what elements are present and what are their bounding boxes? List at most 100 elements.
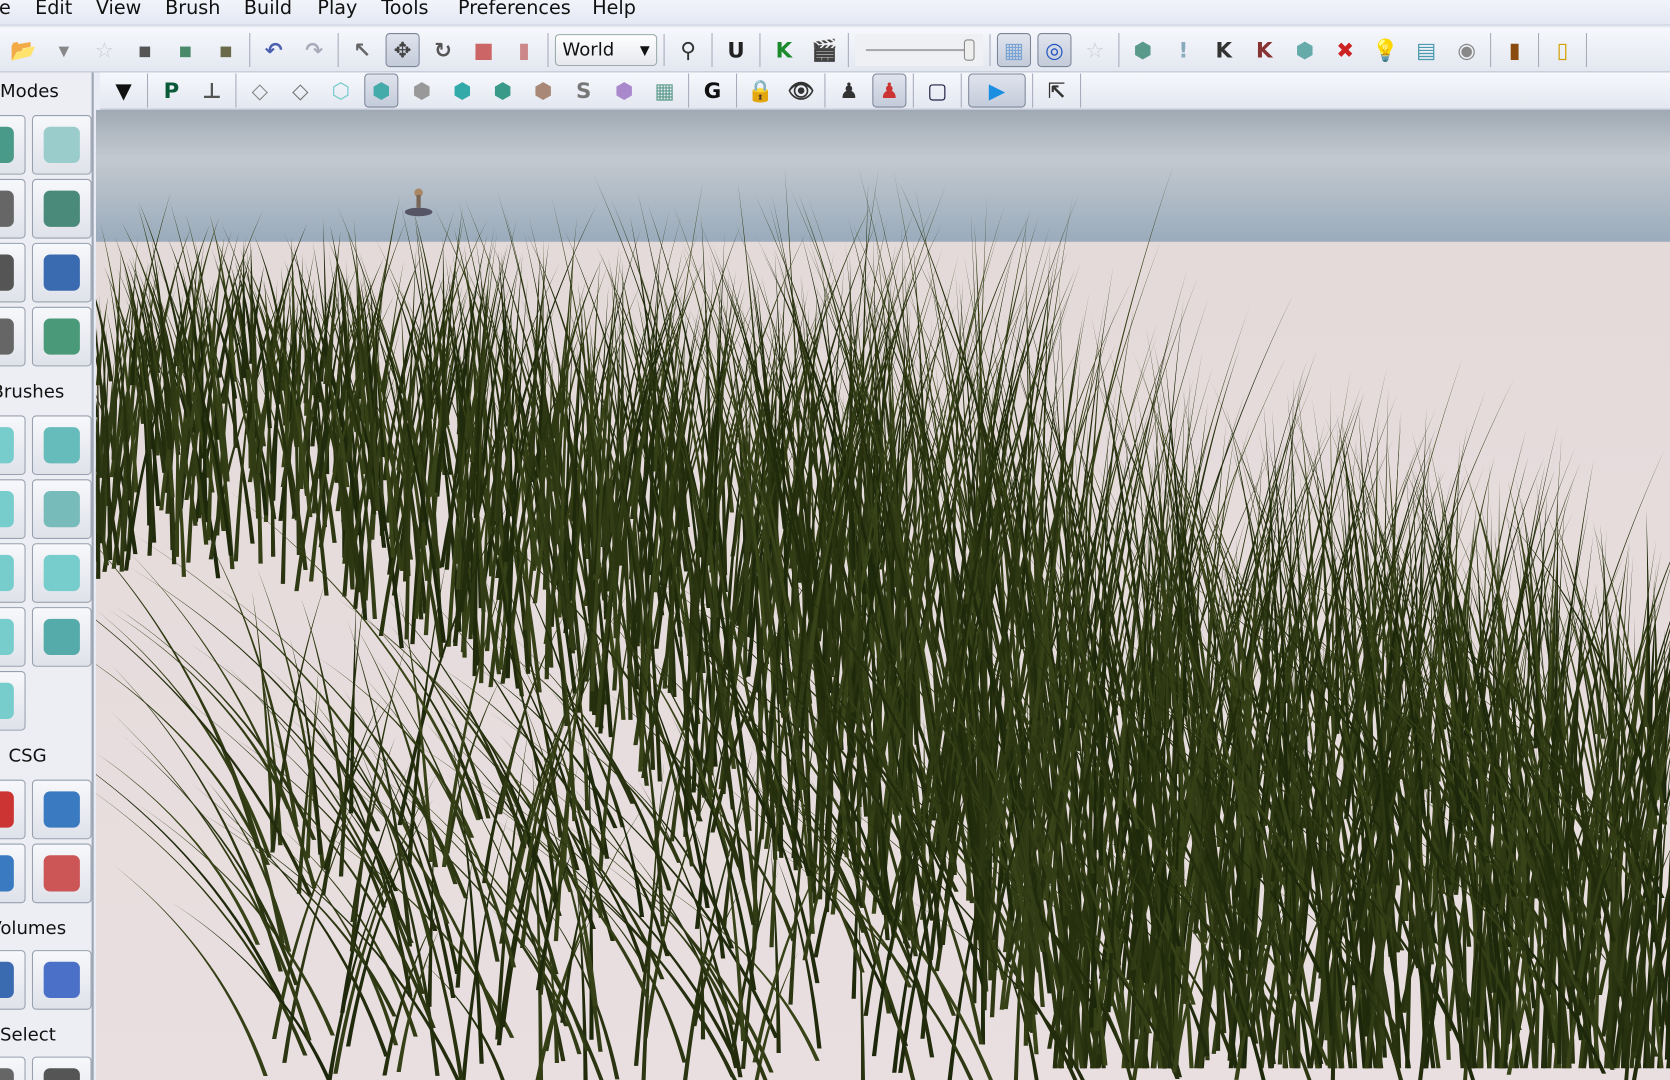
csg-subtract-button[interactable] — [31, 779, 92, 840]
game-view-button[interactable]: G — [696, 73, 730, 107]
mesh-paint-button[interactable] — [31, 242, 92, 303]
camera-mode-button[interactable] — [0, 115, 26, 175]
sheet-brush-button[interactable] — [31, 543, 92, 603]
shader-complexity-button[interactable]: S — [567, 73, 601, 107]
build-geometry-button[interactable]: ⬢ — [1126, 32, 1160, 66]
open-button[interactable]: 📂 — [6, 32, 40, 66]
modes-dropdown-button[interactable]: ▼ — [107, 73, 141, 107]
cube-brush-button[interactable] — [0, 415, 26, 476]
play-on-console-button[interactable]: ▮ — [1498, 32, 1532, 66]
eye-button[interactable]: 👁 — [784, 73, 818, 107]
build-lighting-button[interactable]: ! — [1166, 32, 1200, 66]
reflections-button[interactable]: ▦ — [648, 73, 682, 107]
realtime-view-button[interactable]: ▦ — [996, 32, 1032, 67]
redo-button[interactable]: ↷ — [297, 32, 331, 66]
viewport-frame-button[interactable]: ▢ — [920, 73, 954, 107]
scale-nonuniform-button[interactable]: ▮ — [507, 32, 541, 66]
menu-preferences[interactable]: Preferences — [458, 0, 571, 19]
cylinder-brush-button[interactable] — [31, 479, 92, 539]
menu-file[interactable]: File — [0, 0, 11, 19]
menu-view[interactable]: View — [96, 0, 141, 19]
menu-help[interactable]: Help — [592, 0, 636, 19]
select-1-button[interactable] — [0, 1056, 26, 1080]
menu-build[interactable]: Build — [244, 0, 292, 19]
chevron-down-icon: ▼ — [639, 42, 650, 57]
spiral-stair-button[interactable] — [0, 607, 26, 667]
scale-button[interactable]: ■ — [467, 32, 501, 66]
lighting-info-button[interactable]: ▤ — [1409, 32, 1443, 66]
sphere-brush-button[interactable] — [31, 607, 92, 667]
select-2-button[interactable] — [31, 1056, 92, 1080]
cone-brush-button[interactable] — [31, 415, 92, 476]
slider-thumb[interactable] — [963, 38, 975, 61]
prefabs-button[interactable]: P — [154, 73, 188, 107]
unlit-icon: ⬡ — [331, 77, 351, 104]
viewport-scene[interactable] — [95, 109, 1670, 1080]
matinee-button[interactable]: 🎬 — [807, 32, 841, 66]
camera-actor-button[interactable]: ♟ — [832, 73, 866, 107]
select-button[interactable]: ↖ — [345, 32, 379, 66]
light-complexity-button[interactable]: ⬢ — [486, 73, 520, 107]
play-in-viewport-button[interactable]: ▶ — [968, 73, 1026, 108]
lightmap-density-button[interactable]: ⬢ — [607, 73, 641, 107]
cancel-build-button[interactable]: ✖ — [1328, 32, 1362, 66]
viewport-speed-slider[interactable] — [855, 33, 984, 66]
volume-list-button[interactable] — [0, 950, 26, 1010]
eye-icon: 👁 — [787, 77, 815, 104]
build-all-button[interactable]: ⬢ — [1288, 32, 1322, 66]
binoculars-button[interactable]: ⚲ — [671, 32, 705, 66]
geometry-mode-button[interactable] — [31, 115, 92, 175]
dropdown-arrow-button[interactable]: ▾ — [47, 32, 81, 66]
csg-intersect-button[interactable] — [0, 843, 26, 904]
menu-brush[interactable]: Brush — [165, 0, 220, 19]
add-volume-button[interactable] — [31, 950, 92, 1010]
perspective-viewport[interactable] — [95, 109, 1670, 1080]
transform-gizmo-button[interactable] — [31, 178, 92, 239]
translate-button[interactable]: ✥ — [385, 32, 420, 67]
unlit-button[interactable]: ⬡ — [324, 73, 358, 107]
lit-button[interactable]: ⬢ — [364, 73, 399, 108]
maximize-viewport-button[interactable]: ⇱ — [1040, 73, 1074, 107]
linear-stair-icon — [0, 554, 14, 592]
grid-snap-button[interactable]: ◎ — [1037, 32, 1072, 67]
texture-align-button[interactable] — [0, 178, 26, 239]
rotate-button[interactable]: ↻ — [426, 32, 460, 66]
sound-button[interactable]: ◉ — [1450, 32, 1484, 66]
curved-stair-button[interactable] — [0, 479, 26, 539]
menu-edit[interactable]: Edit — [35, 0, 72, 19]
save-button[interactable]: ▪ — [128, 32, 162, 66]
lock-button[interactable]: 🔒 — [743, 73, 777, 107]
menu-tools[interactable]: Tools — [381, 0, 428, 19]
favorite-star-button[interactable]: ☆ — [87, 32, 121, 66]
section-label-brushes: Brushes — [0, 381, 65, 403]
wireframe-button[interactable]: ◇ — [243, 73, 277, 107]
translate-icon: ✥ — [393, 36, 412, 63]
csg-add-button[interactable] — [0, 779, 26, 840]
build-paths-button[interactable]: K — [1207, 32, 1241, 66]
menu-play[interactable]: Play — [317, 0, 357, 19]
detail-lighting-button[interactable]: ⬢ — [405, 73, 439, 107]
lock-icon: 🔒 — [747, 77, 774, 104]
lighting-only-button[interactable]: ⬢ — [445, 73, 479, 107]
mobile-preview-button[interactable]: ▯ — [1545, 32, 1579, 66]
detail-lighting-icon: ⬢ — [412, 77, 432, 104]
player-start-button[interactable]: ♟ — [872, 73, 907, 108]
linear-stair-button[interactable] — [0, 543, 26, 603]
lighting-quality-button[interactable]: 💡 — [1369, 32, 1403, 66]
volumetric-brush-button[interactable] — [0, 671, 26, 731]
csg-deintersect-button[interactable] — [31, 843, 92, 904]
build-cover-button[interactable]: K — [1247, 32, 1281, 66]
save-copy-button[interactable]: ▪ — [209, 32, 243, 66]
texture-density-button[interactable]: ⬢ — [526, 73, 560, 107]
coordinate-system-dropdown[interactable]: World ▼ — [554, 33, 658, 66]
unreal-content-browser-button[interactable]: U — [719, 32, 753, 66]
landscape-button[interactable] — [0, 306, 26, 367]
brush-wireframe-button[interactable]: ◇ — [283, 73, 317, 107]
bookmark-star-button[interactable]: ☆ — [1078, 32, 1112, 66]
undo-button[interactable]: ↶ — [257, 32, 291, 66]
actor-button[interactable]: ⊥ — [195, 73, 229, 107]
save-all-button[interactable]: ▪ — [168, 32, 202, 66]
terrain-button[interactable] — [0, 242, 26, 303]
foliage-button[interactable] — [31, 306, 92, 367]
kismet-button[interactable]: K — [767, 32, 801, 66]
